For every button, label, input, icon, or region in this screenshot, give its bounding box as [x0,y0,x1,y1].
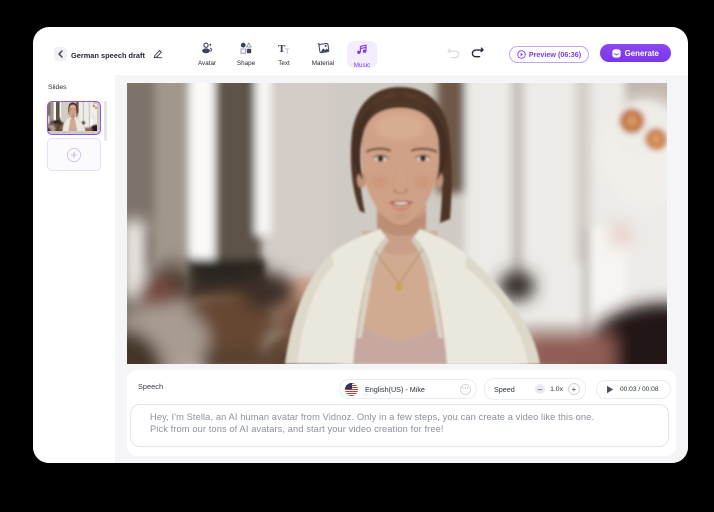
svg-text:T: T [285,47,290,54]
